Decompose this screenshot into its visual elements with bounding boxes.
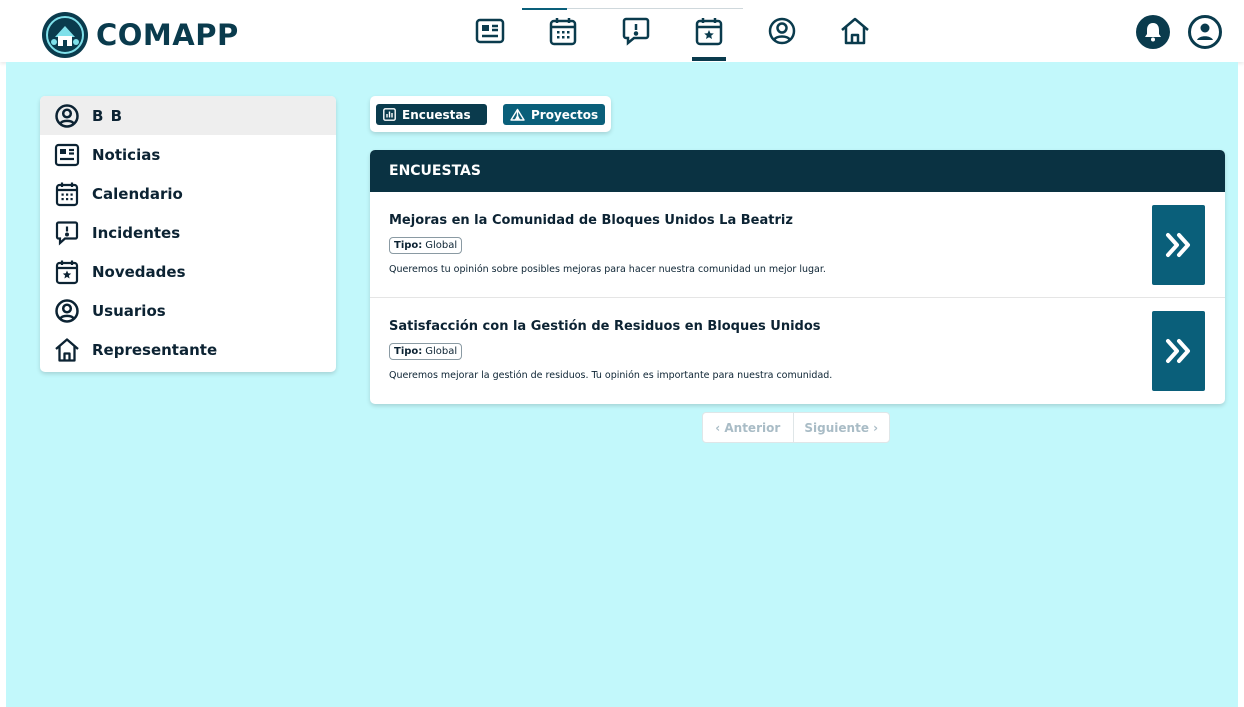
badge-value: Global (425, 240, 458, 251)
survey-description: Queremos mejorar la gestión de residuos.… (389, 370, 833, 381)
open-survey-button[interactable] (1152, 205, 1205, 285)
tab-encuestas[interactable]: Encuestas (376, 104, 487, 125)
tab-label: Proyectos (531, 107, 599, 122)
topnav-news[interactable] (470, 0, 510, 62)
surveys-panel: ENCUESTAS Mejoras en la Comunidad de Blo… (370, 150, 1225, 404)
sidebar-item-calendario[interactable]: Calendario (40, 174, 336, 213)
sidebar-item-label: Noticias (92, 145, 161, 164)
tab-label: Encuestas (402, 107, 471, 122)
topnav-calendar[interactable] (543, 0, 583, 62)
section-tabs: Encuestas Proyectos (370, 96, 611, 132)
calendar-icon (54, 181, 80, 207)
survey-title: Mejoras en la Comunidad de Bloques Unido… (389, 213, 793, 228)
app-header: COMAPP (0, 0, 1244, 62)
sidebar-user[interactable]: B B (40, 96, 336, 135)
user-circle-icon (54, 298, 80, 324)
sidebar-item-noticias[interactable]: Noticias (40, 135, 336, 174)
message-alert-icon (622, 17, 650, 46)
sidebar-item-label: Calendario (92, 184, 183, 203)
user-circle-icon (768, 17, 796, 45)
topnav-users[interactable] (762, 0, 802, 62)
top-navigation (470, 0, 908, 62)
tent-icon (510, 108, 525, 121)
home-icon (54, 337, 80, 363)
sidebar-item-novedades[interactable]: Novedades (40, 252, 336, 291)
tab-proyectos[interactable]: Proyectos (503, 104, 605, 125)
home-icon (841, 17, 869, 45)
chevrons-right-icon (1165, 233, 1190, 257)
next-page-button[interactable]: Siguiente › (794, 413, 889, 442)
profile-button[interactable] (1187, 14, 1223, 50)
user-circle-icon (54, 103, 80, 129)
sidebar-item-label: Novedades (92, 262, 186, 281)
sidebar-item-incidentes[interactable]: Incidentes (40, 213, 336, 252)
badge-label: Tipo: (394, 240, 423, 251)
calendar-star-icon (54, 259, 80, 285)
sidebar-item-label: Usuarios (92, 301, 166, 320)
calendar-icon (549, 18, 577, 46)
bar-chart-icon (383, 108, 396, 121)
sidebar: B B Noticias Calendario Incidentes Noved… (40, 96, 336, 372)
survey-description: Queremos tu opinión sobre posibles mejor… (389, 264, 826, 275)
sidebar-item-label: Incidentes (92, 223, 181, 242)
badge-label: Tipo: (394, 346, 423, 357)
app-logo[interactable]: COMAPP (42, 12, 239, 58)
sidebar-user-name: B B (92, 106, 124, 125)
user-circle-icon (1188, 15, 1222, 49)
chevrons-right-icon (1165, 339, 1190, 363)
topnav-incidents[interactable] (616, 0, 656, 62)
calendar-star-icon (695, 18, 723, 46)
sidebar-item-label: Representante (92, 340, 218, 359)
sidebar-item-usuarios[interactable]: Usuarios (40, 291, 336, 330)
message-alert-icon (54, 220, 80, 246)
bell-icon (1136, 15, 1170, 49)
sidebar-item-representante[interactable]: Representante (40, 330, 336, 369)
topnav-updates[interactable] (689, 0, 729, 62)
main-content: B B Noticias Calendario Incidentes Noved… (6, 62, 1238, 707)
survey-row: Satisfacción con la Gestión de Residuos … (370, 298, 1225, 404)
survey-type-badge: Tipo: Global (389, 343, 463, 360)
header-actions (1119, 14, 1223, 50)
survey-title: Satisfacción con la Gestión de Residuos … (389, 319, 821, 334)
newspaper-icon (54, 142, 80, 168)
prev-page-button[interactable]: ‹ Anterior (703, 413, 794, 442)
survey-type-badge: Tipo: Global (389, 237, 463, 254)
open-survey-button[interactable] (1152, 311, 1205, 391)
notifications-button[interactable] (1135, 14, 1171, 50)
survey-row: Mejoras en la Comunidad de Bloques Unido… (370, 192, 1225, 298)
topnav-home[interactable] (835, 0, 875, 62)
app-name: COMAPP (96, 18, 239, 52)
panel-title: ENCUESTAS (370, 150, 1225, 192)
newspaper-icon (475, 18, 505, 44)
pagination: ‹ Anterior Siguiente › (702, 412, 890, 443)
badge-value: Global (425, 346, 458, 357)
logo-icon (42, 12, 88, 58)
